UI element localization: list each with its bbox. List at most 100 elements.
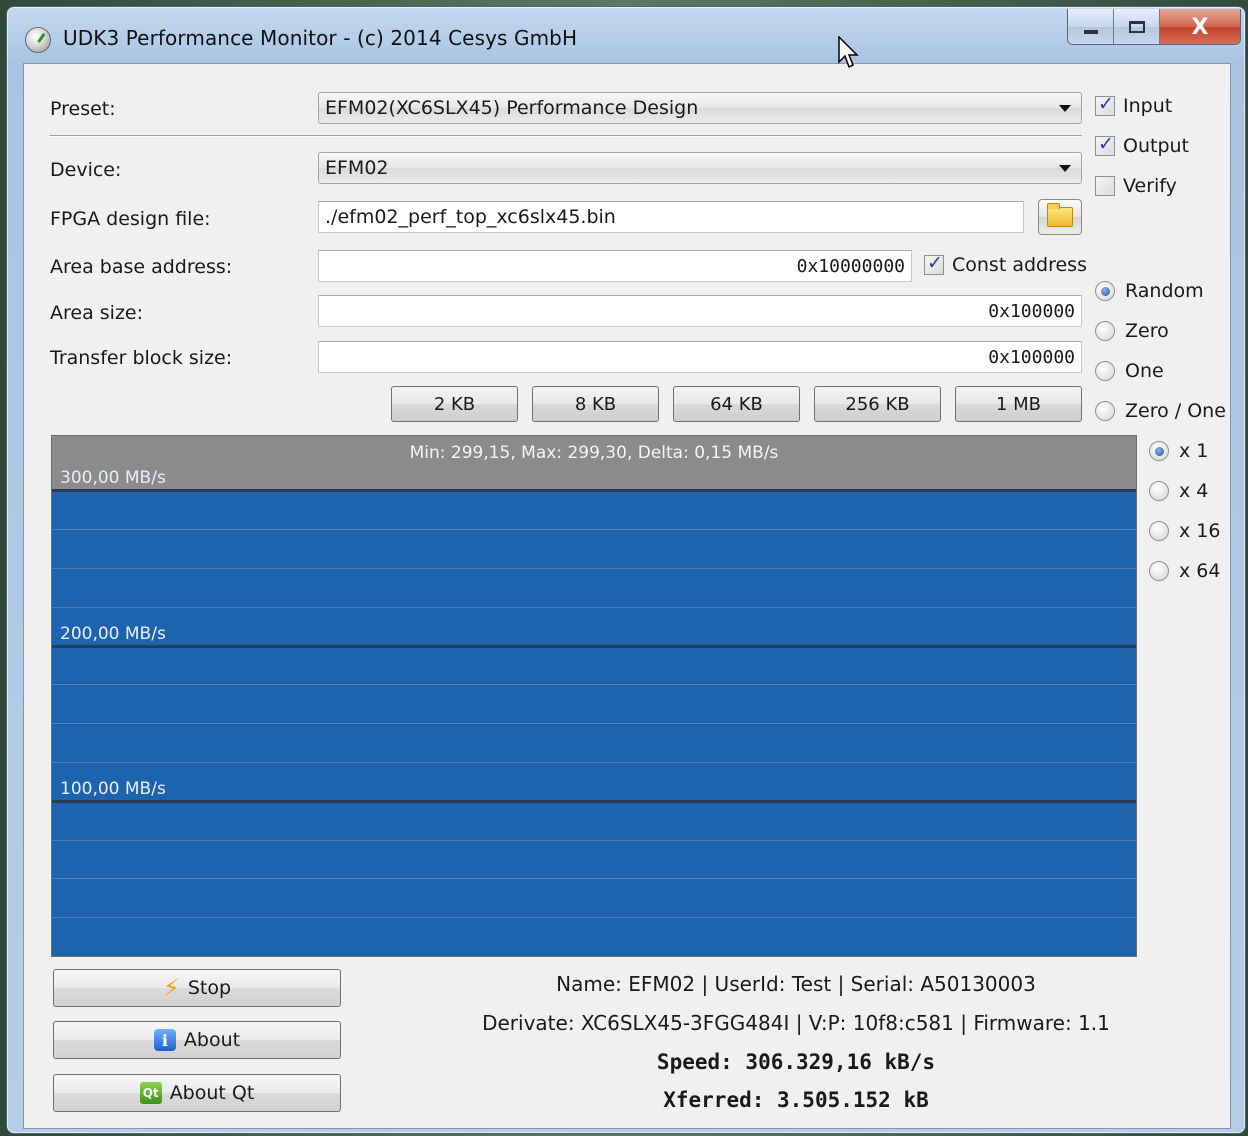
throughput-chart: Min: 299,15, Max: 299,30, Delta: 0,15 MB… [51, 435, 1137, 957]
chart-gridline [52, 917, 1136, 918]
chart-tick-label: 200,00 MB/s [60, 624, 166, 644]
main-panel: Preset: EFM02(XC6SLX45) Performance Desi… [23, 63, 1231, 1129]
size-256kb-button[interactable]: 256 KB [814, 386, 941, 422]
pattern-label: Random [1125, 280, 1204, 302]
chart-tick-label: 100,00 MB/s [60, 779, 166, 799]
scale-label: x 4 [1179, 480, 1209, 502]
fpga-file-input[interactable]: ./efm02_perf_top_xc6slx45.bin [318, 201, 1024, 233]
transfer-size-label: Transfer block size: [50, 347, 233, 369]
chart-reference-line [52, 489, 1136, 492]
scale-label: x 16 [1179, 520, 1221, 542]
transfer-size-input[interactable]: 0x100000 [318, 341, 1082, 373]
app-window: UDK3 Performance Monitor - (c) 2014 Cesy… [6, 6, 1246, 1134]
area-size-label: Area size: [50, 302, 144, 324]
radio-dot [1149, 561, 1169, 581]
about-qt-button[interactable]: Qt About Qt [53, 1074, 341, 1112]
chart-gridline [52, 529, 1136, 530]
input-label: Input [1123, 95, 1173, 117]
chart-gridline [52, 762, 1136, 763]
size-8kb-button[interactable]: 8 KB [532, 386, 659, 422]
stop-label: Stop [187, 977, 232, 999]
chart-reference-line [52, 800, 1136, 803]
area-size-input[interactable]: 0x100000 [318, 295, 1082, 327]
chart-gridline [52, 878, 1136, 879]
fpga-file-label: FPGA design file: [50, 208, 211, 230]
title-bar[interactable]: UDK3 Performance Monitor - (c) 2014 Cesy… [7, 7, 1245, 63]
folder-icon [1047, 203, 1073, 227]
scale-x64-radio[interactable]: x 64 [1149, 560, 1220, 582]
about-label: About [183, 1029, 241, 1051]
about-qt-label: About Qt [169, 1082, 255, 1104]
verify-checkbox[interactable]: Verify [1095, 175, 1177, 197]
close-icon: X [1191, 14, 1209, 40]
chart-gridline [52, 723, 1136, 724]
size-2kb-button[interactable]: 2 KB [391, 386, 518, 422]
preset-value: EFM02(XC6SLX45) Performance Design [325, 97, 699, 119]
lightning-icon: ⚡ [162, 974, 180, 1002]
preset-label: Preset: [50, 98, 116, 120]
radio-dot [1149, 481, 1169, 501]
const-address-check [924, 252, 944, 275]
chart-gridline [52, 840, 1136, 841]
area-base-label: Area base address: [50, 256, 233, 278]
const-address-label: Const address [952, 254, 1087, 276]
gauge-icon [25, 27, 51, 53]
radio-dot [1095, 281, 1115, 301]
chevron-down-icon [1059, 165, 1071, 172]
device-info-line2: Derivate: XC6SLX45-3FGG484I | V:P: 10f8:… [482, 1011, 1110, 1035]
pattern-zero-one-radio[interactable]: Zero / One [1095, 400, 1226, 422]
pattern-label: Zero / One [1125, 400, 1226, 422]
scale-x1-radio[interactable]: x 1 [1149, 440, 1208, 462]
xferred-readout: Xferred: 3.505.152 kB [663, 1088, 929, 1112]
output-check [1095, 133, 1115, 156]
maximize-icon [1128, 21, 1145, 33]
chart-gridline [52, 684, 1136, 685]
info-icon: i [153, 1029, 176, 1051]
pattern-label: One [1125, 360, 1164, 382]
chart-tick-label: 300,00 MB/s [60, 468, 166, 488]
output-checkbox[interactable]: Output [1095, 133, 1189, 157]
window-title: UDK3 Performance Monitor - (c) 2014 Cesy… [63, 26, 578, 50]
size-64kb-button[interactable]: 64 KB [673, 386, 800, 422]
preset-combo[interactable]: EFM02(XC6SLX45) Performance Design [318, 92, 1082, 124]
pattern-zero-radio[interactable]: Zero [1095, 320, 1169, 342]
device-info-line1: Name: EFM02 | UserId: Test | Serial: A50… [556, 972, 1036, 996]
chart-gridline [52, 568, 1136, 569]
verify-label: Verify [1123, 175, 1177, 197]
input-checkbox[interactable]: Input [1095, 93, 1173, 117]
scale-label: x 1 [1179, 440, 1209, 462]
output-label: Output [1123, 135, 1189, 157]
caption-buttons: X [1067, 9, 1241, 45]
close-button[interactable]: X [1160, 9, 1240, 44]
verify-check [1095, 176, 1115, 196]
scale-x4-radio[interactable]: x 4 [1149, 480, 1208, 502]
pattern-random-radio[interactable]: Random [1095, 280, 1204, 302]
radio-dot [1095, 401, 1115, 421]
radio-dot [1095, 321, 1115, 341]
size-1mb-button[interactable]: 1 MB [955, 386, 1082, 422]
scale-label: x 64 [1179, 560, 1221, 582]
chart-stats: Min: 299,15, Max: 299,30, Delta: 0,15 MB… [409, 443, 779, 463]
minimize-button[interactable] [1068, 9, 1114, 44]
scale-x16-radio[interactable]: x 16 [1149, 520, 1220, 542]
about-button[interactable]: i About [53, 1021, 341, 1059]
pattern-label: Zero [1125, 320, 1169, 342]
mouse-cursor-icon [838, 36, 859, 69]
pattern-one-radio[interactable]: One [1095, 360, 1164, 382]
divider [50, 135, 1082, 137]
device-combo[interactable]: EFM02 [318, 152, 1082, 184]
stop-button[interactable]: ⚡ Stop [53, 969, 341, 1007]
device-value: EFM02 [325, 157, 389, 179]
minimize-icon [1083, 30, 1098, 34]
radio-dot [1149, 441, 1169, 461]
device-label: Device: [50, 159, 122, 181]
const-address-checkbox[interactable]: Const address [924, 252, 1087, 276]
maximize-button[interactable] [1114, 9, 1160, 44]
area-base-input[interactable]: 0x10000000 [318, 250, 912, 282]
input-check [1095, 93, 1115, 116]
speed-readout: Speed: 306.329,16 kB/s [656, 1050, 936, 1074]
qt-icon: Qt [139, 1082, 162, 1104]
radio-dot [1095, 361, 1115, 381]
browse-button[interactable] [1038, 199, 1082, 235]
chart-reference-line [52, 645, 1136, 648]
